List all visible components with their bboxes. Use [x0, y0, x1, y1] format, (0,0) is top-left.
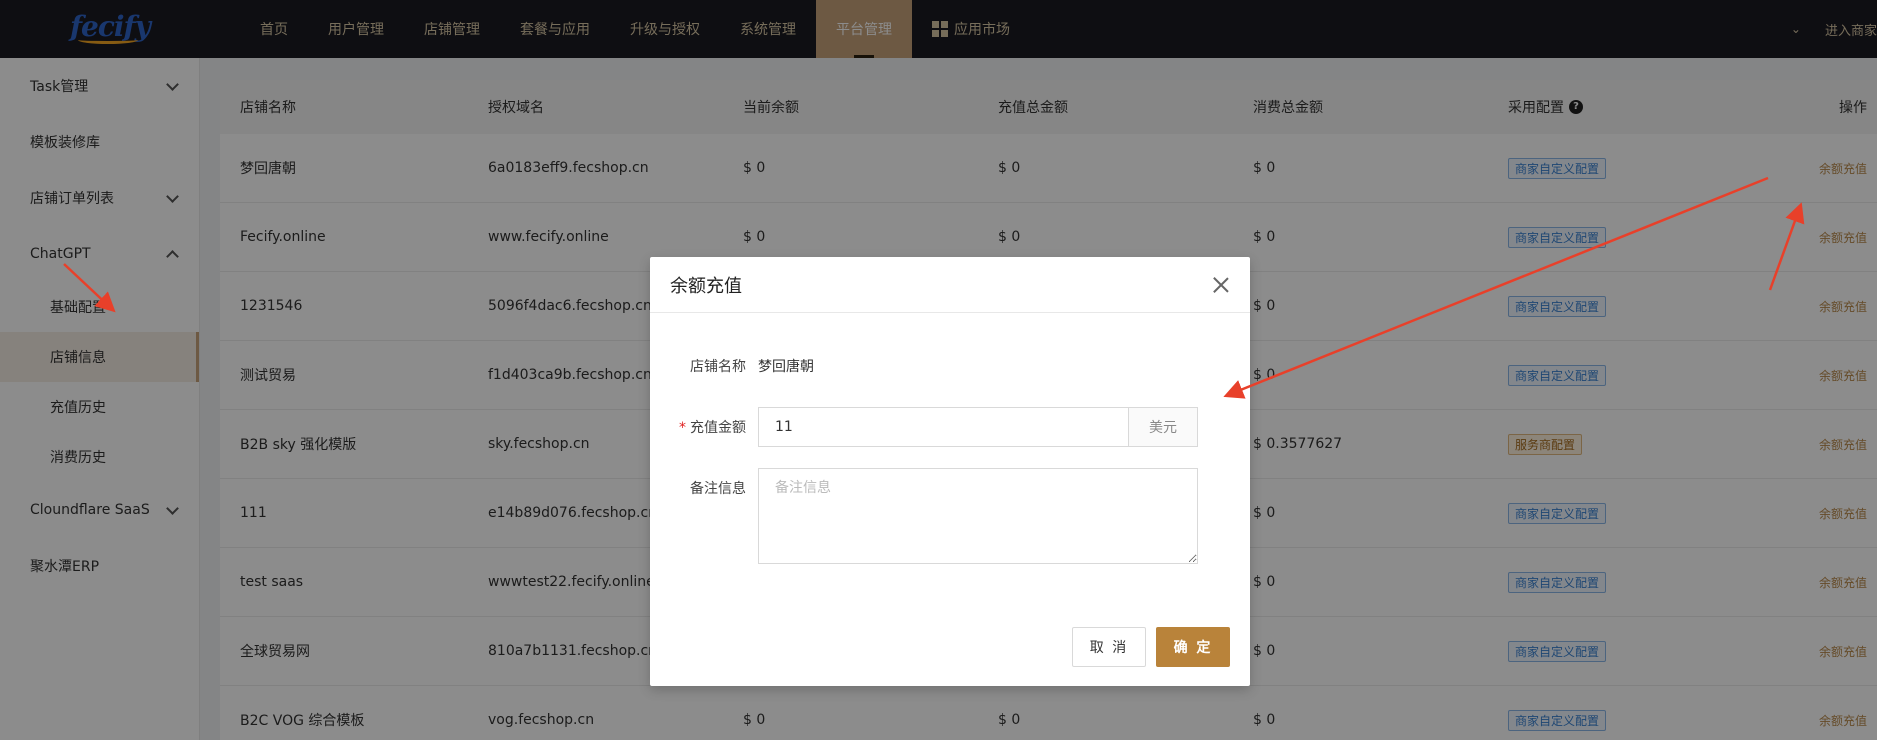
note-row: 备注信息 [650, 468, 1198, 564]
confirm-button[interactable]: 确 定 [1156, 627, 1230, 667]
amount-label: * 充值金额 [679, 420, 746, 436]
amount-row: *充值金额 美元 [650, 407, 1198, 447]
shop-name-label: 店铺名称 [690, 359, 746, 375]
amount-input-group: 美元 [758, 407, 1198, 447]
shop-name-value: 梦回唐朝 [758, 359, 814, 375]
modal-header: 余额充值 [650, 257, 1250, 313]
amount-input[interactable] [758, 407, 1128, 447]
modal-title: 余额充值 [670, 275, 742, 297]
currency-addon: 美元 [1128, 407, 1198, 447]
recharge-modal: 余额充值 店铺名称 梦回唐朝 *充值金额 美元 备注信息 取 消 确 定 [650, 257, 1250, 686]
close-icon[interactable] [1212, 276, 1230, 294]
note-label: 备注信息 [690, 481, 746, 497]
cancel-button[interactable]: 取 消 [1072, 627, 1146, 667]
note-textarea[interactable] [758, 468, 1198, 564]
shop-name-row: 店铺名称 梦回唐朝 [650, 356, 814, 376]
